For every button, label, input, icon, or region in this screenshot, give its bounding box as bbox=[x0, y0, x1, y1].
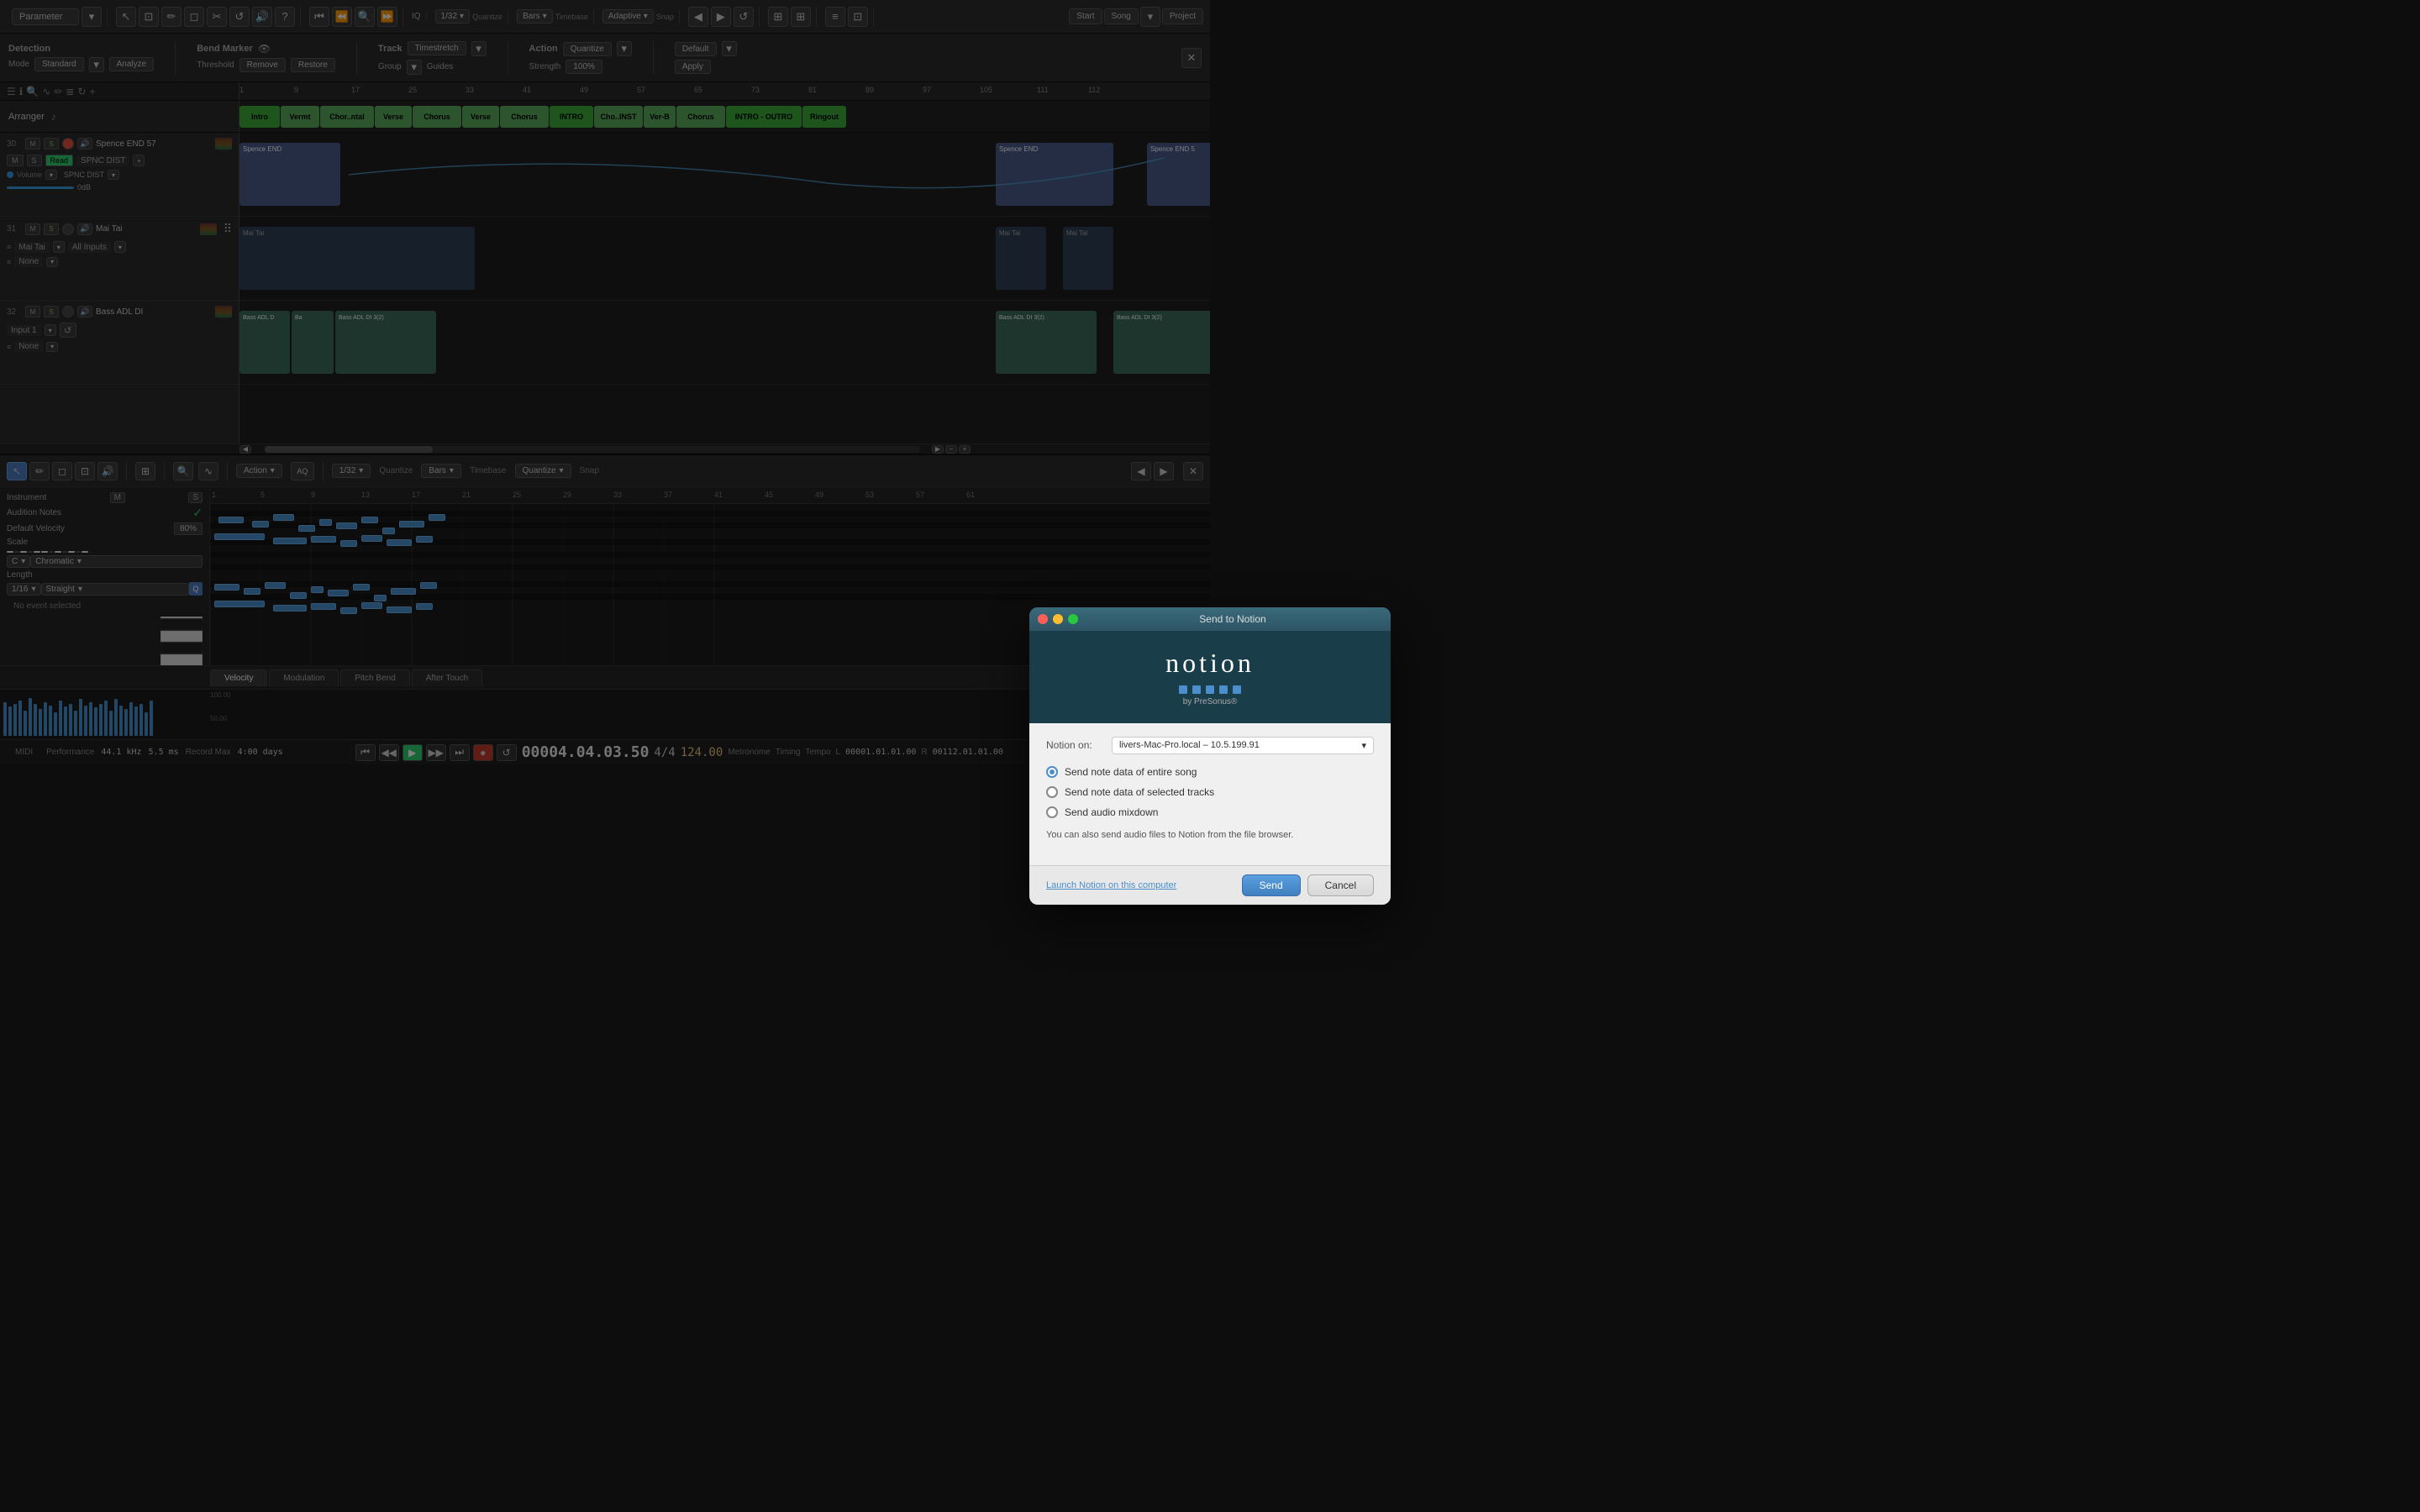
modal-overlay[interactable]: Send to Notion notion by PreSonus® Notio… bbox=[0, 0, 2420, 1512]
radio-1-circle bbox=[1046, 766, 1058, 778]
notion-presonus: by PreSonus® bbox=[1046, 697, 1374, 706]
modal-logo-area: notion by PreSonus® bbox=[1029, 631, 1391, 723]
dot3 bbox=[1206, 685, 1214, 694]
modal-body: notion by PreSonus® Notion on: livers-Ma… bbox=[1029, 631, 1391, 866]
modal-footer: Launch Notion on this computer Send Canc… bbox=[1029, 865, 1391, 905]
modal-content: Notion on: livers-Mac-Pro.local – 10.5.1… bbox=[1029, 723, 1391, 866]
radio-3-circle bbox=[1046, 806, 1058, 818]
modal-min-btn[interactable] bbox=[1053, 614, 1063, 624]
radio-3-label: Send audio mixdown bbox=[1065, 806, 1158, 818]
notion-logo: notion bbox=[1046, 648, 1374, 679]
dot5 bbox=[1233, 685, 1241, 694]
send-btn[interactable]: Send bbox=[1242, 874, 1301, 896]
cancel-btn[interactable]: Cancel bbox=[1307, 874, 1374, 896]
server-chevron: ▾ bbox=[1361, 740, 1366, 751]
radio-1-inner bbox=[1050, 769, 1055, 774]
radio-entire-song[interactable]: Send note data of entire song bbox=[1046, 766, 1374, 778]
notion-logo-dots bbox=[1046, 685, 1374, 694]
notion-server-dropdown[interactable]: livers-Mac-Pro.local – 10.5.199.91 ▾ bbox=[1112, 737, 1374, 754]
dot1 bbox=[1179, 685, 1187, 694]
notion-info-text: You can also send audio files to Notion … bbox=[1046, 828, 1374, 843]
launch-notion-link[interactable]: Launch Notion on this computer bbox=[1046, 880, 1176, 890]
dot4 bbox=[1219, 685, 1228, 694]
radio-2-circle bbox=[1046, 786, 1058, 798]
dot2 bbox=[1192, 685, 1201, 694]
radio-1-label: Send note data of entire song bbox=[1065, 766, 1197, 778]
notion-on-label: Notion on: bbox=[1046, 739, 1105, 751]
notion-on-row: Notion on: livers-Mac-Pro.local – 10.5.1… bbox=[1046, 737, 1374, 754]
radio-audio-mixdown[interactable]: Send audio mixdown bbox=[1046, 806, 1374, 818]
modal-title: Send to Notion bbox=[1083, 613, 1382, 625]
modal-action-btns: Send Cancel bbox=[1242, 874, 1374, 896]
radio-selected-tracks[interactable]: Send note data of selected tracks bbox=[1046, 786, 1374, 798]
modal-titlebar: Send to Notion bbox=[1029, 607, 1391, 631]
modal-close-btn[interactable] bbox=[1038, 614, 1048, 624]
modal-max-btn[interactable] bbox=[1068, 614, 1078, 624]
radio-2-label: Send note data of selected tracks bbox=[1065, 786, 1214, 798]
notion-server-text: livers-Mac-Pro.local – 10.5.199.91 bbox=[1119, 740, 1260, 750]
send-to-notion-modal: Send to Notion notion by PreSonus® Notio… bbox=[1029, 607, 1391, 906]
radio-group: Send note data of entire song Send note … bbox=[1046, 766, 1374, 818]
